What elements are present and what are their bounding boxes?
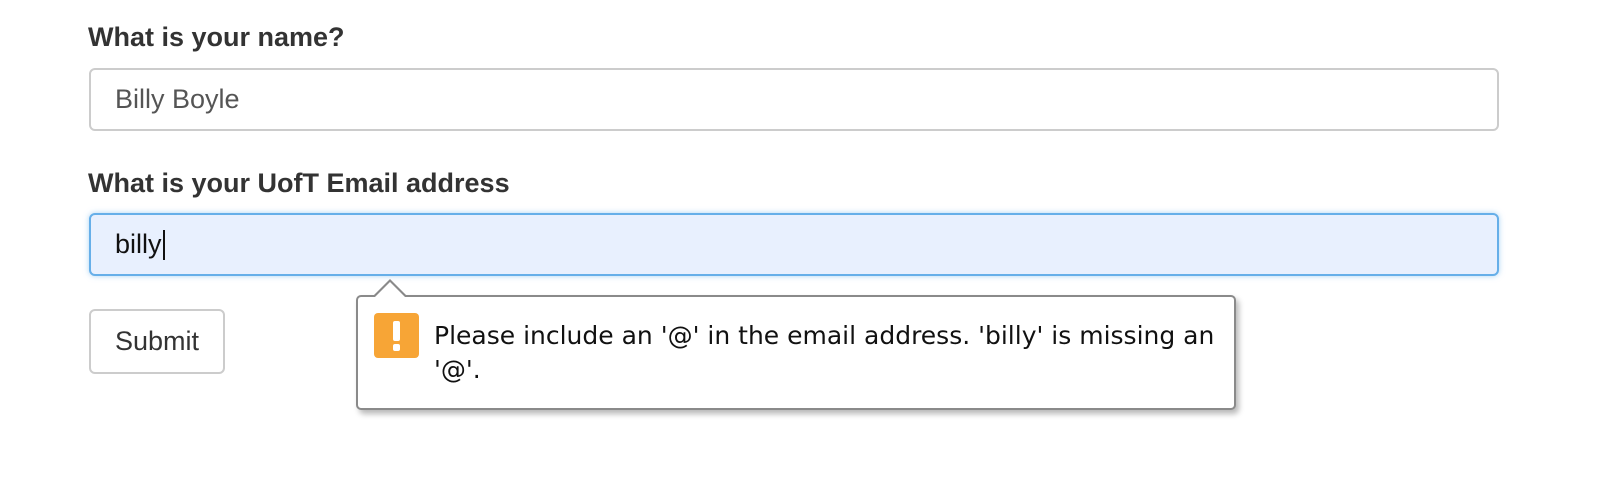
- email-label: What is your UofT Email address: [88, 168, 510, 198]
- name-label: What is your name?: [88, 22, 345, 52]
- submit-button[interactable]: Submit: [89, 309, 225, 374]
- page: What is your name? Billy Boyle What is y…: [0, 0, 1598, 500]
- warning-icon-bar: [393, 321, 400, 341]
- validation-message: Please include an '@' in the email addre…: [434, 321, 1215, 384]
- validation-tooltip: Please include an '@' in the email addre…: [356, 295, 1236, 410]
- email-input[interactable]: billy: [89, 213, 1499, 276]
- warning-icon: [374, 313, 419, 358]
- tooltip-arrow-fill: [374, 282, 406, 298]
- text-caret: [162, 229, 165, 260]
- warning-icon-dot: [393, 344, 400, 351]
- name-input-value: Billy Boyle: [115, 84, 240, 114]
- name-input[interactable]: Billy Boyle: [89, 68, 1499, 131]
- email-input-value: billy: [115, 229, 162, 259]
